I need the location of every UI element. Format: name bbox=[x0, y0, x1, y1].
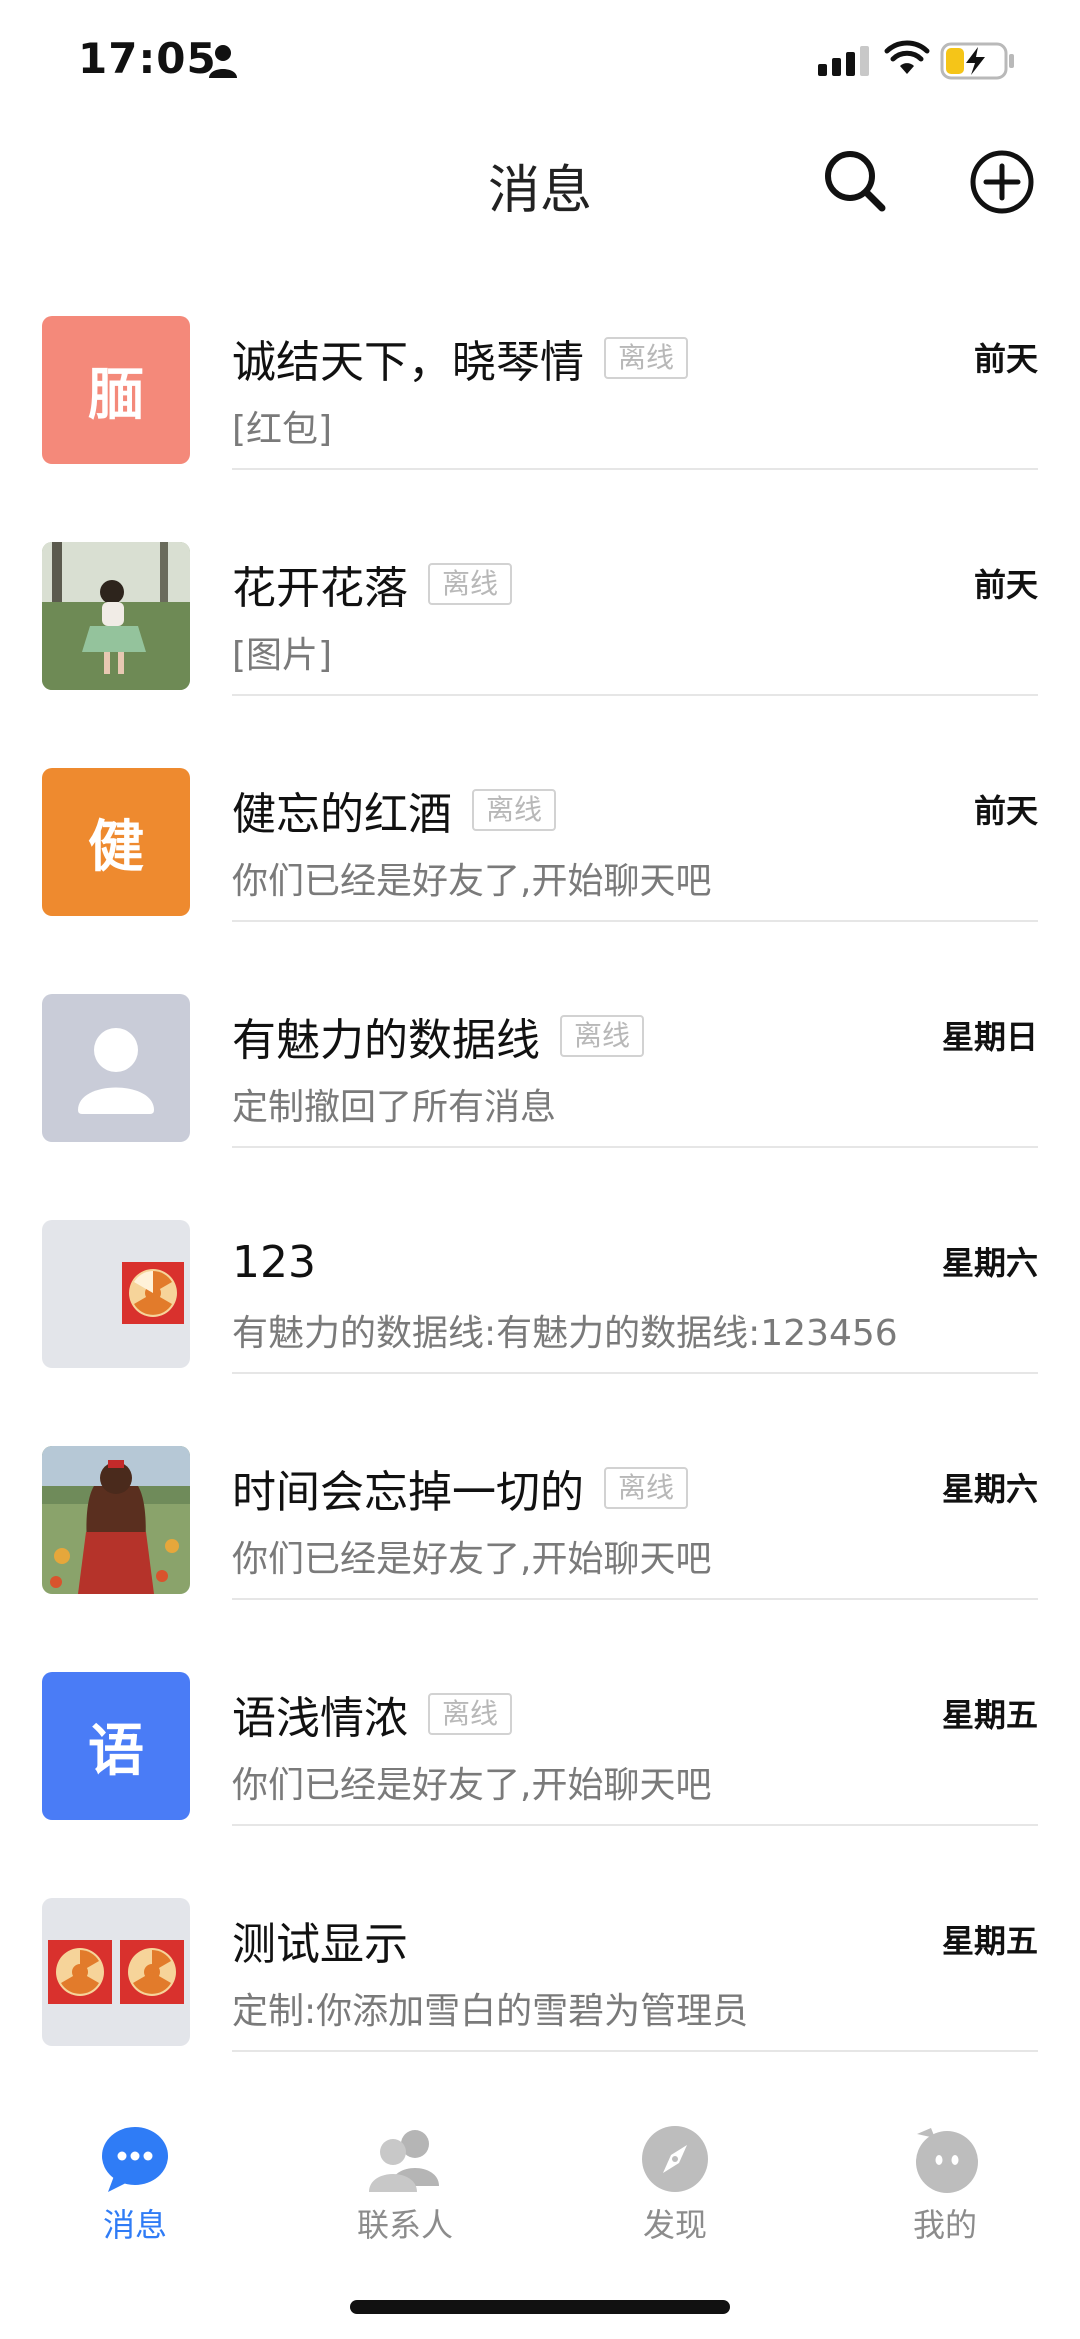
avatar bbox=[42, 994, 190, 1142]
conversation-time: 星期六 bbox=[941, 1470, 1038, 1508]
photo-girl-in-field-icon bbox=[42, 1446, 190, 1594]
conversation-name: 测试显示 bbox=[232, 1919, 408, 1970]
signal-icon bbox=[818, 46, 870, 80]
search-icon[interactable] bbox=[822, 148, 888, 218]
conversation-name-row: 测试显示 bbox=[232, 1908, 408, 1972]
conversation-name-row: 时间会忘掉一切的 离线 bbox=[232, 1456, 689, 1520]
conversation-time: 星期六 bbox=[941, 1244, 1038, 1282]
conversation-name: 123 bbox=[232, 1236, 316, 1288]
conversation-time: 前天 bbox=[973, 340, 1038, 378]
avatar: 腼 bbox=[42, 316, 190, 464]
conversation-name-row: 123 bbox=[232, 1230, 316, 1294]
offline-badge: 离线 bbox=[472, 789, 557, 831]
conversation-name: 诚结天下，晓琴情 bbox=[232, 337, 584, 388]
conversation-time: 星期五 bbox=[941, 1696, 1038, 1734]
avatar: 语 bbox=[42, 1672, 190, 1820]
offline-badge: 离线 bbox=[428, 563, 513, 605]
contacts-icon bbox=[369, 2130, 439, 2192]
home-indicator[interactable] bbox=[350, 2300, 730, 2314]
conversation-name-row: 语浅情浓 离线 bbox=[232, 1682, 513, 1746]
conversation-preview: 有魅力的数据线:有魅力的数据线:123456 bbox=[232, 1313, 898, 1354]
offline-badge: 离线 bbox=[604, 1467, 689, 1509]
tab-profile[interactable]: 我的 bbox=[810, 2110, 1080, 2260]
conversation-list: 腼 诚结天下，晓琴情 离线 前天 [红包] 花开花落 离线 前天 [图片] 健 … bbox=[0, 290, 1080, 2098]
nav-header: 消息 bbox=[0, 120, 1080, 250]
group-avatar-icon bbox=[48, 1940, 184, 2004]
avatar-text: 腼 bbox=[88, 362, 144, 428]
divider bbox=[232, 2050, 1038, 2052]
conversation-preview: 你们已经是好友了,开始聊天吧 bbox=[232, 861, 712, 902]
avatar-text: 健 bbox=[88, 814, 144, 880]
photo-girl-on-grass-icon bbox=[42, 542, 190, 690]
tab-label: 发现 bbox=[642, 2206, 707, 2244]
status-bar: 17:05 bbox=[0, 0, 1080, 120]
compass-icon bbox=[642, 2126, 708, 2192]
conversation-time: 前天 bbox=[973, 792, 1038, 830]
conversation-preview: [图片] bbox=[232, 635, 333, 676]
conversation-item[interactable]: 时间会忘掉一切的 离线 星期六 你们已经是好友了,开始聊天吧 bbox=[0, 1420, 1080, 1646]
conversation-item[interactable]: 测试显示 星期五 定制:你添加雪白的雪碧为管理员 bbox=[0, 1872, 1080, 2098]
tab-label: 消息 bbox=[102, 2206, 167, 2244]
conversation-preview: 你们已经是好友了,开始聊天吧 bbox=[232, 1539, 712, 1580]
group-avatar-icon bbox=[122, 1262, 184, 1324]
wifi-icon bbox=[884, 40, 930, 80]
conversation-name: 时间会忘掉一切的 bbox=[232, 1467, 584, 1518]
conversation-item[interactable]: 健 健忘的红酒 离线 前天 你们已经是好友了,开始聊天吧 bbox=[0, 742, 1080, 968]
tab-label: 联系人 bbox=[356, 2206, 453, 2244]
conversation-name-row: 诚结天下，晓琴情 离线 bbox=[232, 326, 689, 390]
conversation-name-row: 有魅力的数据线 离线 bbox=[232, 1004, 645, 1068]
tab-discover[interactable]: 发现 bbox=[540, 2110, 810, 2260]
avatar: 健 bbox=[42, 768, 190, 916]
conversation-name: 语浅情浓 bbox=[232, 1693, 408, 1744]
avatar-text: 语 bbox=[88, 1718, 144, 1784]
add-circle-icon[interactable] bbox=[968, 148, 1036, 220]
conversation-preview: 你们已经是好友了,开始聊天吧 bbox=[232, 1765, 712, 1806]
conversation-time: 星期日 bbox=[941, 1018, 1038, 1056]
conversation-name-row: 健忘的红酒 离线 bbox=[232, 778, 557, 842]
conversation-name: 花开花落 bbox=[232, 563, 408, 614]
conversation-preview: 定制:你添加雪白的雪碧为管理员 bbox=[232, 1991, 749, 2032]
conversation-name: 健忘的红酒 bbox=[232, 789, 452, 840]
divider bbox=[232, 694, 1038, 696]
tab-messages[interactable]: 消息 bbox=[0, 2110, 270, 2260]
conversation-item[interactable]: 123 星期六 有魅力的数据线:有魅力的数据线:123456 bbox=[0, 1194, 1080, 1420]
conversation-item[interactable]: 语 语浅情浓 离线 星期五 你们已经是好友了,开始聊天吧 bbox=[0, 1646, 1080, 1872]
conversation-preview: [红包] bbox=[232, 409, 333, 450]
avatar bbox=[42, 542, 190, 690]
avatar bbox=[42, 1446, 190, 1594]
chat-bubble-icon bbox=[102, 2127, 168, 2192]
page-title: 消息 bbox=[487, 161, 592, 221]
tab-label: 我的 bbox=[912, 2206, 977, 2244]
tab-contacts[interactable]: 联系人 bbox=[270, 2110, 540, 2260]
status-time: 17:05 bbox=[78, 34, 217, 83]
divider bbox=[232, 1146, 1038, 1148]
conversation-time: 前天 bbox=[973, 566, 1038, 604]
offline-badge: 离线 bbox=[560, 1015, 645, 1057]
divider bbox=[232, 1372, 1038, 1374]
avatar bbox=[42, 1898, 190, 2046]
conversation-name: 有魅力的数据线 bbox=[232, 1015, 540, 1066]
offline-badge: 离线 bbox=[428, 1693, 513, 1735]
tab-bar: 消息 联系人 发现 我的 bbox=[0, 2110, 1080, 2260]
conversation-name-row: 花开花落 离线 bbox=[232, 552, 513, 616]
profile-icon bbox=[916, 2128, 978, 2193]
divider bbox=[232, 920, 1038, 922]
conversation-preview: 定制撤回了所有消息 bbox=[232, 1087, 557, 1128]
conversation-item[interactable]: 腼 诚结天下，晓琴情 离线 前天 [红包] bbox=[0, 290, 1080, 516]
battery-charging-icon bbox=[940, 42, 1016, 84]
conversation-item[interactable]: 有魅力的数据线 离线 星期日 定制撤回了所有消息 bbox=[0, 968, 1080, 1194]
divider bbox=[232, 1598, 1038, 1600]
conversation-item[interactable]: 花开花落 离线 前天 [图片] bbox=[0, 516, 1080, 742]
default-person-icon bbox=[78, 1028, 154, 1114]
conversation-time: 星期五 bbox=[941, 1922, 1038, 1960]
offline-badge: 离线 bbox=[604, 337, 689, 379]
avatar bbox=[42, 1220, 190, 1368]
person-icon bbox=[208, 44, 238, 82]
divider bbox=[232, 468, 1038, 470]
divider bbox=[232, 1824, 1038, 1826]
